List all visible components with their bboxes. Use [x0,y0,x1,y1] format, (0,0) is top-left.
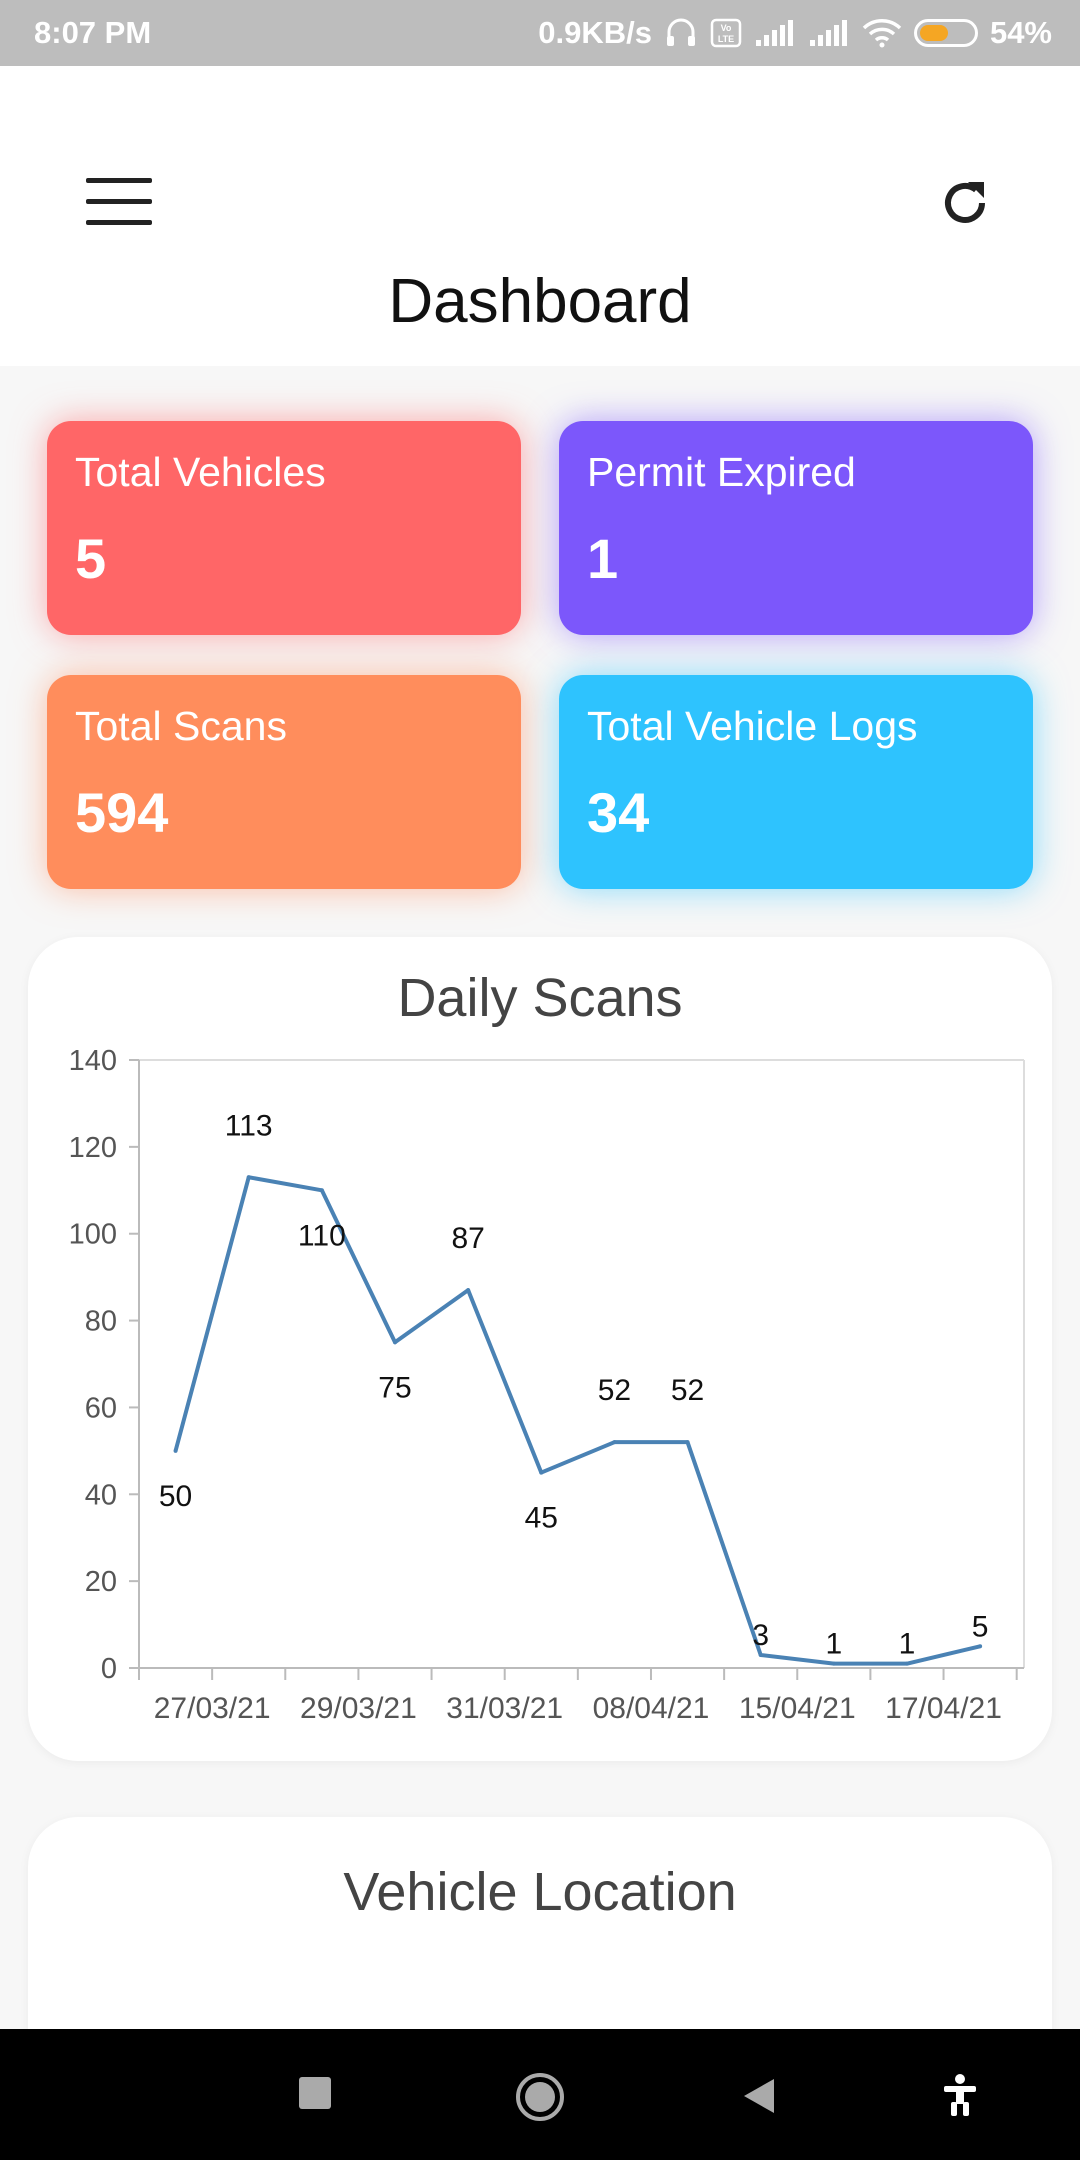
data-point [539,1470,544,1475]
x-tick-label: 08/04/21 [593,1692,710,1725]
data-point [392,1340,397,1345]
stat-label: Permit Expired [587,449,856,495]
network-speed: 0.9KB/s [538,15,652,50]
location-title: Vehicle Location [343,1862,737,1922]
home-icon[interactable] [514,2071,566,2128]
total-scans-card[interactable]: Total Scans 594 [47,675,521,889]
data-point [246,1175,251,1180]
data-label: 52 [671,1374,704,1407]
battery-percent: 54% [989,15,1052,50]
stat-value: 5 [75,527,107,590]
data-label: 75 [378,1371,411,1404]
status-bar: 8:07 PM 0.9KB/s Vo LTE 54% [0,0,1080,66]
svg-text:LTE: LTE [718,34,734,44]
x-tick-label: 29/03/21 [300,1692,417,1725]
data-point [831,1661,836,1666]
stat-label: Total Scans [75,703,287,749]
daily-scans-series-line [173,1175,981,1666]
data-label: 113 [225,1109,273,1142]
y-tick-label: 40 [85,1479,117,1511]
x-tick-label: 17/04/21 [885,1692,1002,1725]
data-point [612,1440,617,1445]
svg-text:Vo: Vo [721,23,732,33]
y-tick-label: 120 [69,1132,117,1164]
back-icon[interactable] [742,2077,776,2120]
data-point [466,1288,471,1293]
stat-value: 594 [75,781,169,844]
x-tick-label: 27/03/21 [154,1692,271,1725]
stat-label: Total Vehicles [75,449,326,495]
y-tick-label: 140 [69,1045,117,1077]
permit-expired-card[interactable]: Permit Expired 1 [559,421,1033,635]
navigation-bar [0,2029,1080,2160]
page-title: Dashboard [388,267,692,336]
data-point [758,1652,763,1657]
stat-value: 34 [587,781,650,844]
signal-icon [808,18,850,48]
hamburger-menu-icon[interactable] [86,178,154,228]
x-tick-label: 15/04/21 [739,1692,856,1725]
x-tick-label: 31/03/21 [446,1692,563,1725]
data-label: 52 [598,1374,631,1407]
y-tick-label: 20 [85,1566,117,1598]
status-time: 8:07 PM [34,15,152,50]
stat-label: Total Vehicle Logs [587,703,918,749]
volte-icon: Vo LTE [710,17,742,49]
signal-icon [754,18,796,48]
recent-apps-icon[interactable] [298,2076,332,2115]
battery-icon [913,19,978,47]
data-label: 87 [451,1222,484,1255]
total-vehicle-logs-card[interactable]: Total Vehicle Logs 34 [559,675,1033,889]
data-label: 45 [525,1502,558,1535]
refresh-icon[interactable] [938,176,992,230]
y-tick-label: 80 [85,1306,117,1338]
data-label: 1 [899,1628,916,1661]
data-point [685,1440,690,1445]
daily-scans-chart: 0 20 40 60 80 100 120 140 27/03/21 29/03/21 31/03/… [69,1045,1025,1725]
data-label: 5 [972,1610,989,1643]
y-tick-label: 60 [85,1392,117,1424]
data-label: 1 [825,1628,842,1661]
data-label: 110 [298,1219,346,1252]
data-point [319,1188,324,1193]
wifi-icon [862,18,902,48]
accessibility-icon[interactable] [940,2073,980,2122]
data-point [978,1644,983,1649]
stat-value: 1 [587,527,619,590]
daily-scans-panel: Daily Scans 0 20 40 60 80 100 120 140 27/03/21 29… [28,937,1052,1761]
total-vehicles-card[interactable]: Total Vehicles 5 [47,421,521,635]
data-point [173,1448,178,1453]
headset-icon [664,16,698,50]
data-point [904,1661,909,1666]
y-tick-label: 100 [69,1219,117,1251]
data-label: 3 [752,1619,769,1652]
app-header: Dashboard [0,66,1080,366]
data-label: 50 [159,1480,192,1513]
y-tick-label: 0 [101,1653,117,1685]
status-icons: 0.9KB/s Vo LTE 54% [538,15,1052,51]
